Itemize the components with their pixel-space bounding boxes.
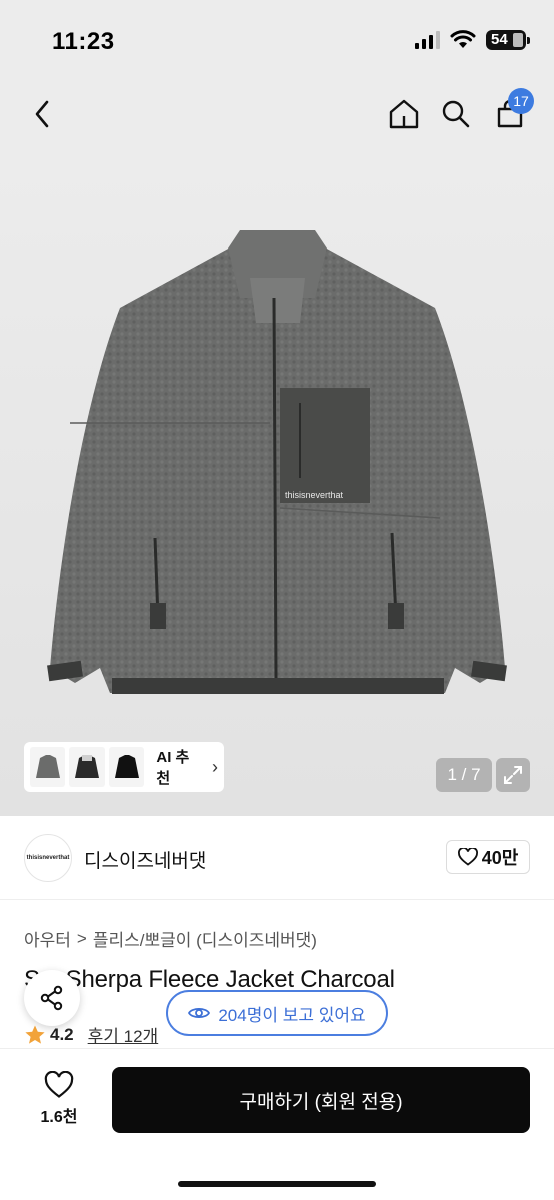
brand-row: thisisneverthat 디스이즈네버댓 40만 bbox=[0, 816, 554, 900]
home-icon bbox=[389, 99, 419, 129]
bottom-action-bar: 1.6천 구매하기 (회원 전용) bbox=[0, 1048, 554, 1200]
brand-like-count: 40만 bbox=[481, 848, 519, 868]
ai-recommend-card[interactable]: AI 추천 › bbox=[24, 742, 224, 792]
ai-recommend-label: AI 추천 bbox=[156, 749, 190, 787]
heart-icon bbox=[44, 1071, 74, 1098]
rating-value: 4.2 bbox=[50, 1024, 74, 1044]
status-bar: 11:23 54 bbox=[0, 0, 554, 80]
buy-button[interactable]: 구매하기 (회원 전용) bbox=[112, 1067, 530, 1133]
jacket-logo-text: thisisneverthat bbox=[285, 490, 344, 500]
brand-logo[interactable]: thisisneverthat bbox=[24, 834, 72, 882]
image-pager: 1 / 7 bbox=[436, 758, 492, 792]
fleece-jacket-image: thisisneverthat bbox=[47, 230, 507, 694]
breadcrumb-item-fleece[interactable]: 플리스/뽀글이 (디스이즈네버댓) bbox=[93, 926, 317, 951]
status-icons: 54 bbox=[415, 30, 530, 50]
chevron-left-icon bbox=[35, 100, 49, 128]
home-button[interactable] bbox=[382, 92, 426, 136]
recommend-thumb-3[interactable] bbox=[108, 747, 145, 787]
heart-icon bbox=[457, 848, 478, 866]
brand-like-button[interactable]: 40만 bbox=[446, 840, 530, 874]
breadcrumb-separator: > bbox=[76, 928, 87, 948]
share-icon bbox=[40, 985, 63, 1011]
share-button[interactable] bbox=[24, 970, 80, 1026]
back-button[interactable] bbox=[20, 92, 64, 136]
status-time: 11:23 bbox=[52, 28, 115, 55]
wishlist-button[interactable]: 1.6천 bbox=[24, 1071, 94, 1131]
cart-count-badge: 17 bbox=[508, 88, 534, 114]
expand-icon bbox=[504, 766, 522, 784]
product-image-carousel[interactable]: thisisneverthat AI 추천 › 1 / 7 bbox=[0, 148, 554, 816]
brand-logo-text: thisisneverthat bbox=[26, 855, 70, 861]
battery-level: 54 bbox=[491, 31, 508, 48]
battery-icon: 54 bbox=[486, 30, 530, 50]
review-link[interactable]: 후기 12개 bbox=[88, 1022, 159, 1047]
wifi-icon bbox=[450, 30, 476, 48]
breadcrumb-item-outer[interactable]: 아우터 bbox=[24, 926, 71, 951]
top-nav: 17 bbox=[0, 80, 554, 148]
expand-image-button[interactable] bbox=[496, 758, 530, 792]
signal-icon bbox=[415, 31, 440, 49]
star-icon bbox=[25, 1025, 45, 1044]
breadcrumb: 아우터 > 플리스/뽀글이 (디스이즈네버댓) bbox=[24, 926, 317, 951]
rating-row: 4.2 후기 12개 bbox=[24, 1022, 158, 1047]
cart-button[interactable]: 17 bbox=[488, 88, 534, 136]
viewers-indicator: 204명이 보고 있어요 bbox=[166, 990, 388, 1036]
search-button[interactable] bbox=[434, 92, 478, 136]
home-indicator bbox=[178, 1181, 376, 1187]
viewers-text: 204명이 보고 있어요 bbox=[218, 1005, 366, 1025]
brand-name[interactable]: 디스이즈네버댓 bbox=[84, 846, 206, 873]
recommend-thumb-2[interactable] bbox=[69, 747, 105, 787]
recommend-thumb-1[interactable] bbox=[30, 747, 66, 787]
wishlist-count: 1.6천 bbox=[40, 1109, 78, 1126]
eye-icon bbox=[188, 1007, 211, 1019]
chevron-right-icon: › bbox=[212, 756, 218, 777]
search-icon bbox=[442, 100, 470, 128]
